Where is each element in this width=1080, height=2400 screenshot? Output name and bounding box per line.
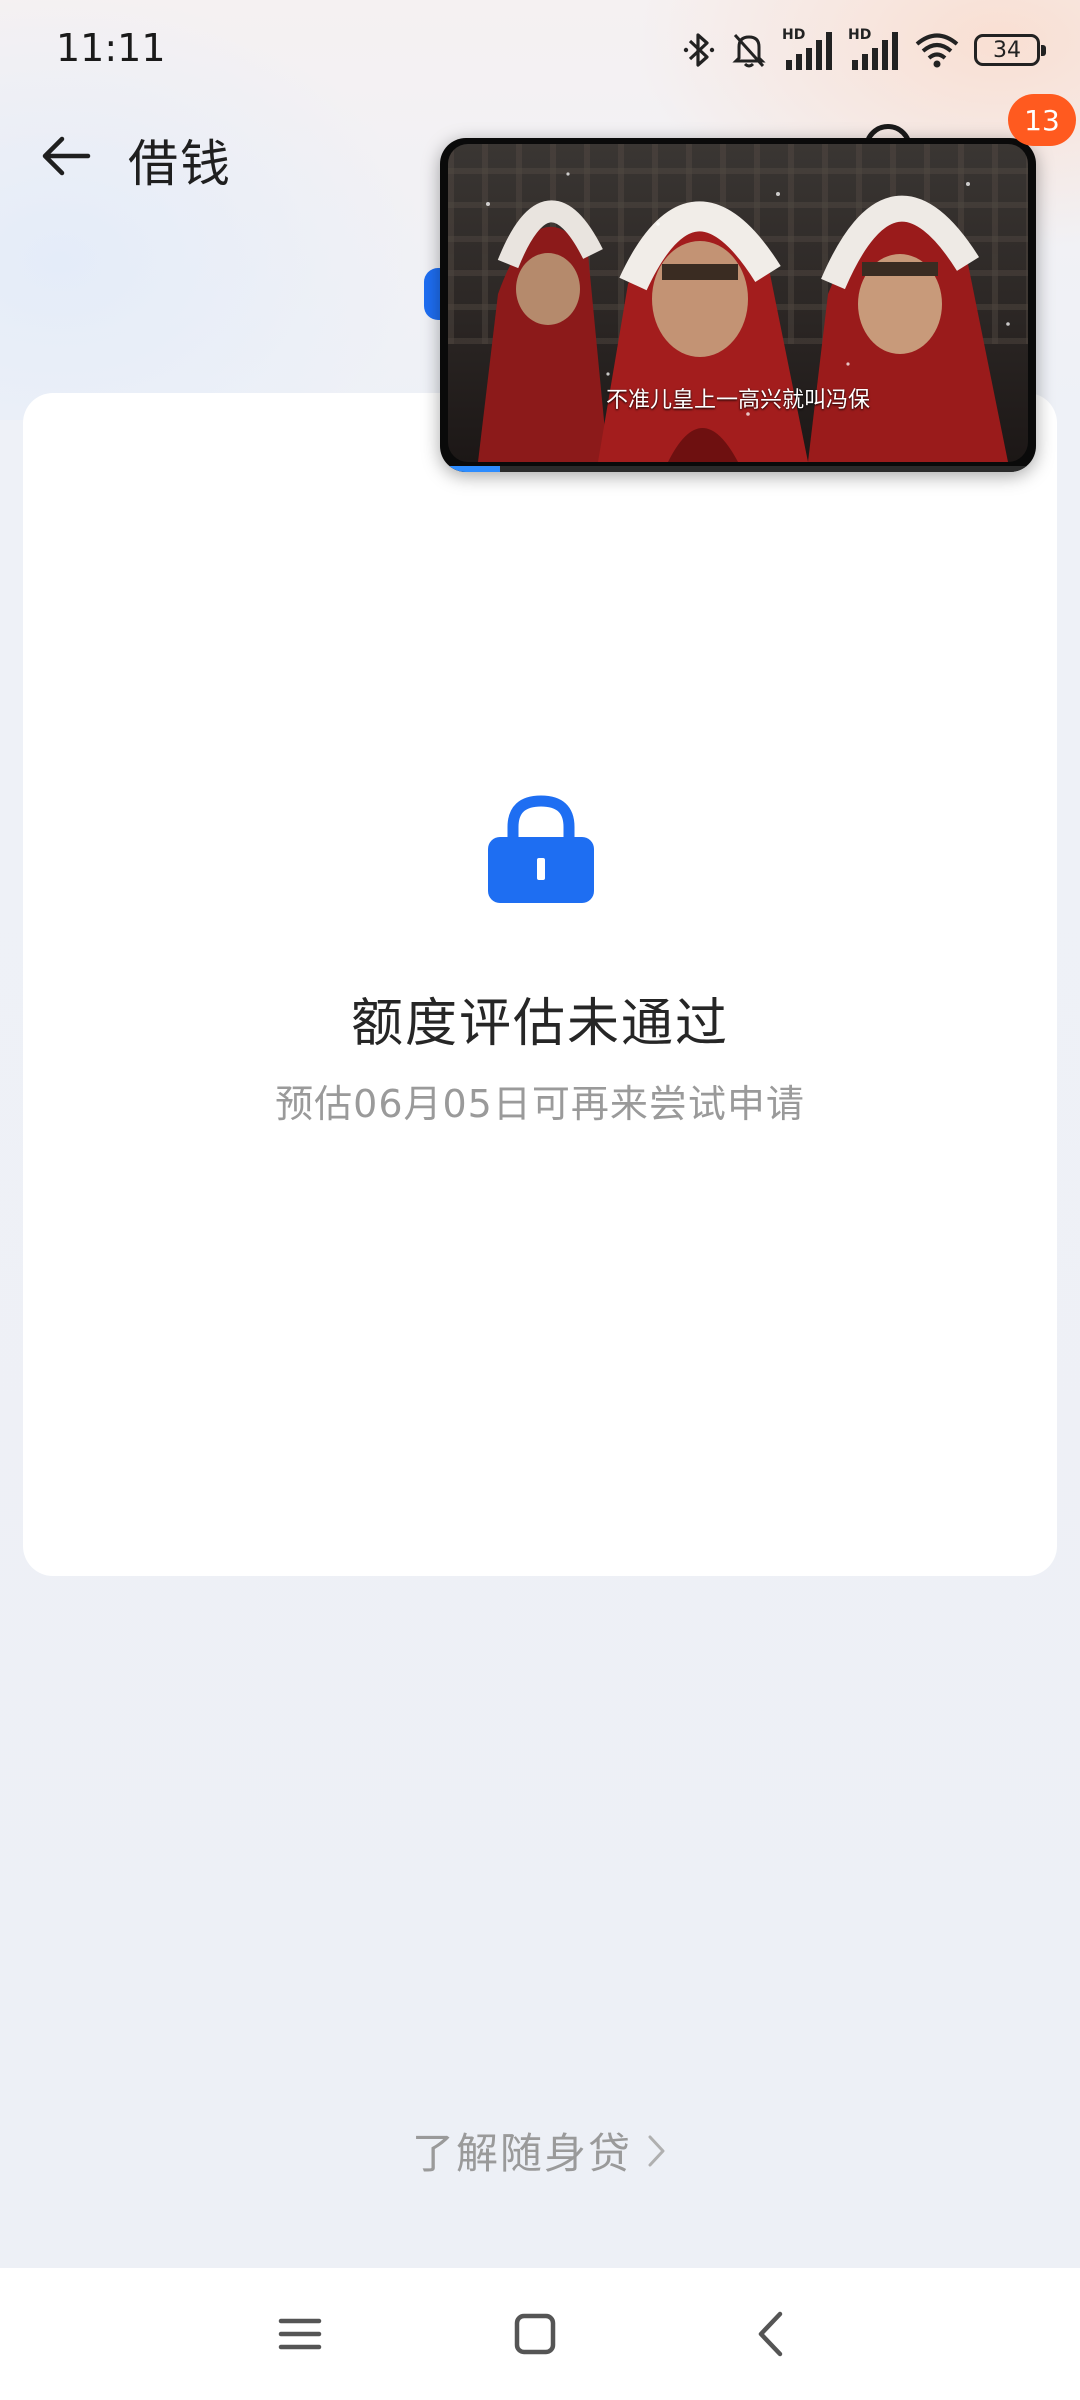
video-progress-fill xyxy=(440,466,500,472)
video-scene xyxy=(478,172,1010,462)
nav-home-button[interactable] xyxy=(505,2304,565,2364)
hd-signal-icon: HD xyxy=(848,28,900,72)
nav-back-button[interactable] xyxy=(740,2304,800,2364)
floating-video-window[interactable]: 不准儿皇上一高兴就叫冯保 xyxy=(440,138,1036,472)
nav-menu-button[interactable] xyxy=(270,2304,330,2364)
retry-date-hint: 预估06月05日可再来尝试申请 xyxy=(275,1082,805,1126)
back-icon xyxy=(758,2311,783,2357)
bluetooth-icon xyxy=(683,33,715,67)
battery-icon: 34 xyxy=(974,34,1046,66)
lock-icon xyxy=(488,795,594,903)
learn-more-label: 了解随身贷 xyxy=(411,2129,632,2178)
result-card: 额度评估未通过 预估06月05日可再来尝试申请 xyxy=(23,393,1057,1576)
mute-bell-icon xyxy=(732,33,766,68)
menu-icon xyxy=(278,2318,322,2350)
notification-badge[interactable]: 13 xyxy=(1008,94,1076,146)
arrow-left-icon xyxy=(42,136,91,176)
evaluation-status-title: 额度评估未通过 xyxy=(350,994,729,1054)
video-progress-bar[interactable] xyxy=(440,466,1036,472)
video-frame xyxy=(448,144,1028,462)
page-title: 借钱 xyxy=(128,135,232,193)
home-icon xyxy=(514,2313,556,2355)
wifi-icon xyxy=(915,33,959,68)
battery-level: 34 xyxy=(993,37,1021,63)
hd-signal-icon: HD xyxy=(782,28,834,72)
status-icons: HD HD 34 xyxy=(682,28,1046,72)
system-nav-bar xyxy=(0,2268,1080,2400)
back-button[interactable] xyxy=(36,126,96,186)
status-time: 11:11 xyxy=(56,26,166,70)
video-subtitle: 不准儿皇上一高兴就叫冯保 xyxy=(605,388,870,413)
learn-more-link[interactable]: 了解随身贷 xyxy=(0,2120,1080,2181)
status-bar: 11:11 HD HD 34 xyxy=(0,0,1080,100)
chevron-right-icon xyxy=(648,2135,665,2166)
